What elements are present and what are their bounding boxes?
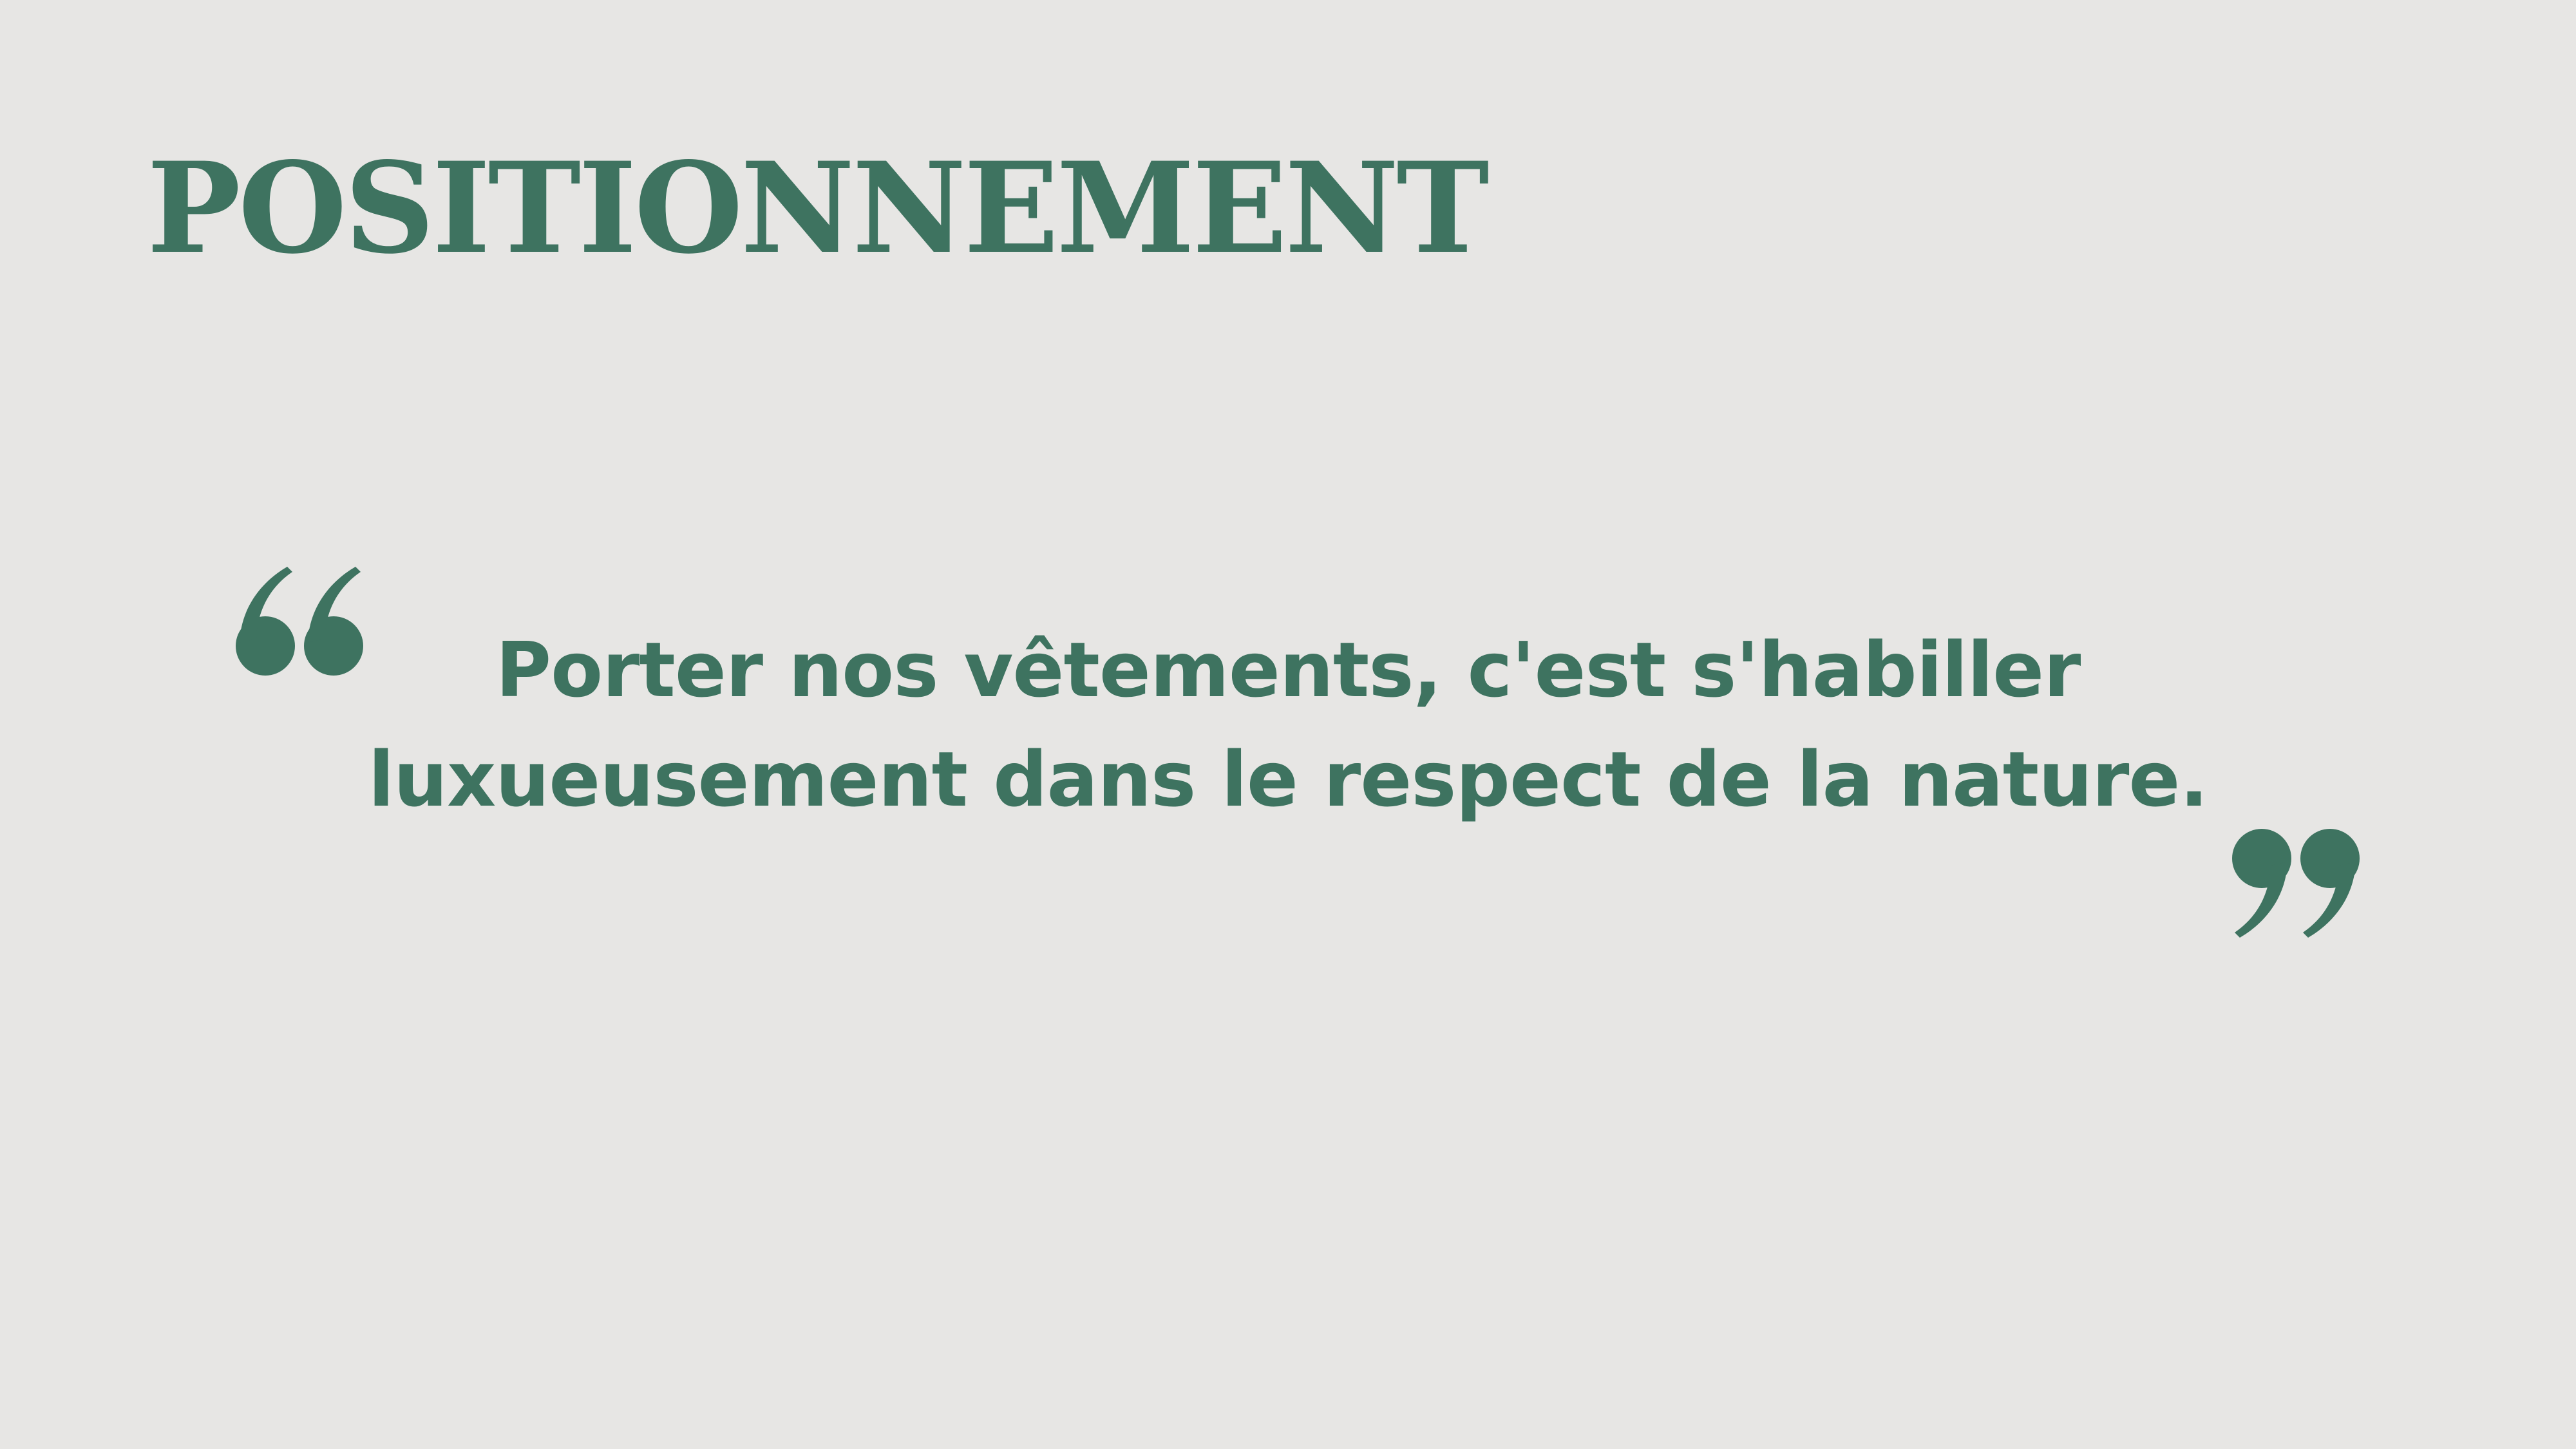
open-quote-icon xyxy=(236,567,363,676)
slide-title: POSITIONNEMENT xyxy=(147,135,1490,281)
slide: POSITIONNEMENT Porter nos vêtements, c'e… xyxy=(0,0,2576,1449)
quote-line: Porter nos vêtements, c'est s'habiller xyxy=(495,625,2081,714)
quote-line: luxueusement dans le respect de la natur… xyxy=(368,735,2209,824)
close-quote-icon xyxy=(2232,829,2360,938)
quote-text: Porter nos vêtements, c'est s'habiller l… xyxy=(361,615,2215,834)
